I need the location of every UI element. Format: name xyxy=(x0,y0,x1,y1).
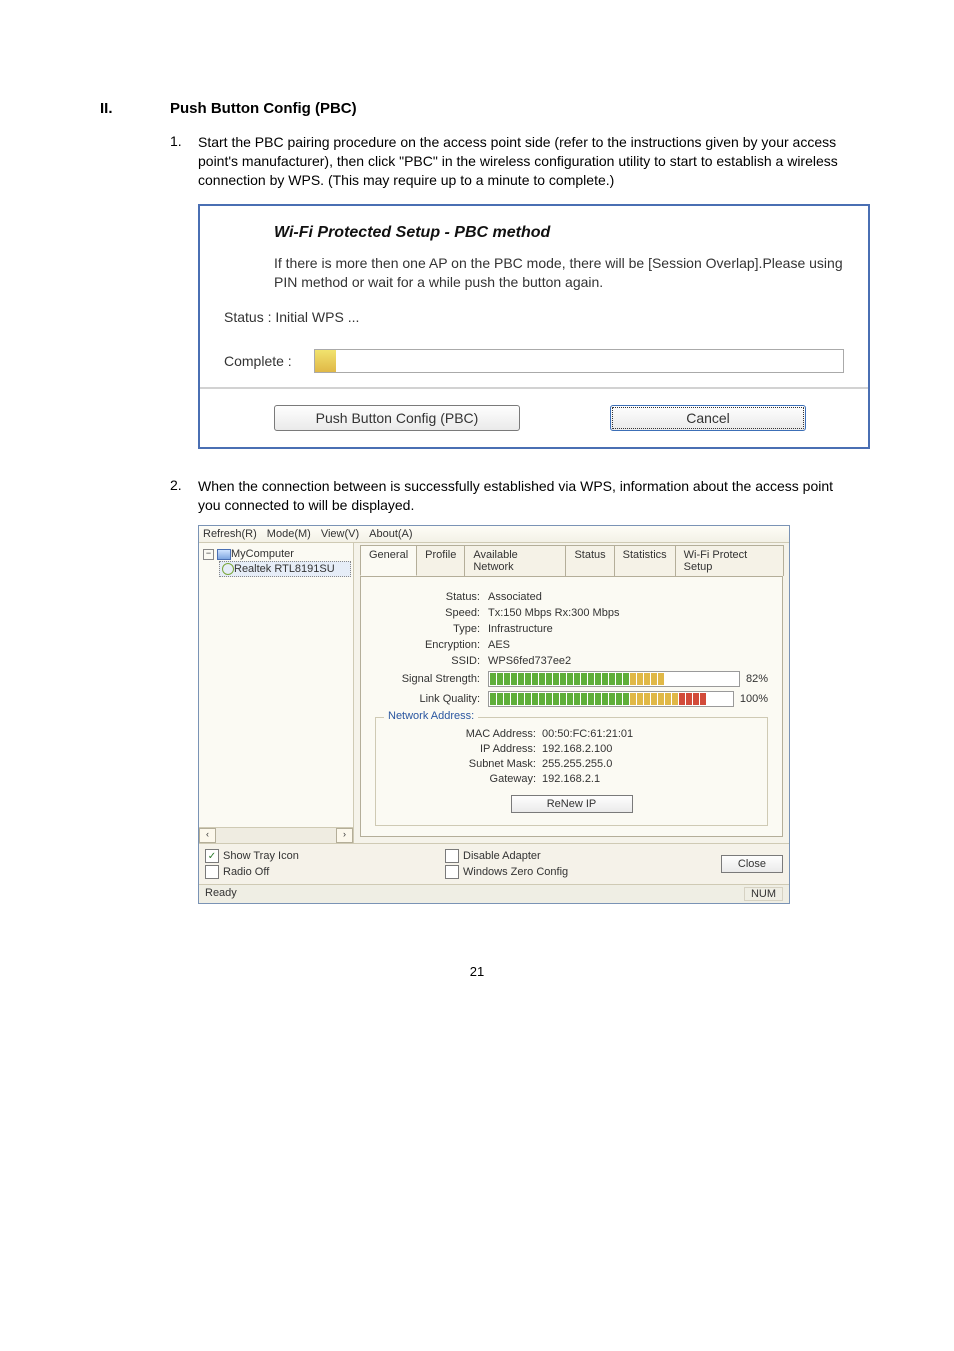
progress-fill xyxy=(315,350,336,372)
tab-status[interactable]: Status xyxy=(565,545,614,576)
ssid-value: WPS6fed737ee2 xyxy=(488,655,768,667)
wzc-label: Windows Zero Config xyxy=(463,866,568,878)
status-ready: Ready xyxy=(205,887,237,901)
mac-label: MAC Address: xyxy=(386,728,536,740)
close-button[interactable]: Close xyxy=(721,855,783,873)
divider xyxy=(200,387,868,389)
tab-wps[interactable]: Wi-Fi Protect Setup xyxy=(675,545,784,576)
encryption-value: AES xyxy=(488,639,768,651)
complete-label: Complete : xyxy=(224,353,314,369)
tree-root[interactable]: − MyComputer xyxy=(201,547,351,561)
link-quality-value: 100% xyxy=(740,693,768,705)
step-text: Start the PBC pairing procedure on the a… xyxy=(198,133,854,190)
tab-general[interactable]: General xyxy=(360,545,417,576)
disable-adapter-checkbox[interactable]: Disable Adapter xyxy=(445,849,645,863)
tab-available-network[interactable]: Available Network xyxy=(464,545,566,576)
tree-adapter[interactable]: Realtek RTL8191SU xyxy=(219,561,351,577)
ip-label: IP Address: xyxy=(386,743,536,755)
pbc-button[interactable]: Push Button Config (PBC) xyxy=(274,405,520,431)
network-address-group: Network Address: MAC Address:00:50:FC:61… xyxy=(375,717,768,826)
checkbox-icon xyxy=(205,865,219,879)
wzc-checkbox[interactable]: Windows Zero Config xyxy=(445,865,645,879)
speed-label: Speed: xyxy=(375,607,480,619)
wps-pbc-dialog: Wi-Fi Protected Setup - PBC method If th… xyxy=(198,204,870,450)
mac-value: 00:50:FC:61:21:01 xyxy=(542,728,633,740)
link-quality-bar xyxy=(488,691,734,707)
device-tree: − MyComputer Realtek RTL8191SU ‹ › xyxy=(199,543,354,843)
menu-mode[interactable]: Mode(M) xyxy=(267,528,311,540)
tab-profile[interactable]: Profile xyxy=(416,545,465,576)
page-number: 21 xyxy=(100,964,854,979)
ip-value: 192.168.2.100 xyxy=(542,743,612,755)
dialog-title: Wi-Fi Protected Setup - PBC method xyxy=(274,224,844,242)
renew-ip-button[interactable]: ReNew IP xyxy=(511,795,633,813)
general-tab-body: Status: Associated Speed: Tx:150 Mbps Rx:3… xyxy=(360,577,783,837)
radio-off-label: Radio Off xyxy=(223,866,269,878)
signal-strength-value: 82% xyxy=(746,673,768,685)
statusbar: Ready NUM xyxy=(199,884,789,903)
show-tray-label: Show Tray Icon xyxy=(223,850,299,862)
status-label: Status: xyxy=(375,591,480,603)
wireless-utility-window: Refresh(R) Mode(M) View(V) About(A) − My… xyxy=(198,525,790,904)
tab-strip: General Profile Available Network Status… xyxy=(360,545,783,577)
radio-off-checkbox[interactable]: Radio Off xyxy=(205,865,355,879)
step-number: 2. xyxy=(170,477,198,515)
step-text: When the connection between is successfu… xyxy=(198,477,854,515)
menu-view[interactable]: View(V) xyxy=(321,528,359,540)
tree-horizontal-scrollbar[interactable]: ‹ › xyxy=(199,827,353,843)
subnet-label: Subnet Mask: xyxy=(386,758,536,770)
computer-icon xyxy=(217,549,231,560)
cancel-button[interactable]: Cancel xyxy=(610,405,806,431)
link-quality-label: Link Quality: xyxy=(375,693,480,705)
wifi-adapter-icon xyxy=(222,563,234,575)
subnet-value: 255.255.255.0 xyxy=(542,758,612,770)
collapse-icon[interactable]: − xyxy=(203,549,214,560)
status-numlock: NUM xyxy=(744,887,783,901)
network-address-legend: Network Address: xyxy=(384,710,478,722)
disable-adapter-label: Disable Adapter xyxy=(463,850,541,862)
gateway-value: 192.168.2.1 xyxy=(542,773,600,785)
menu-about[interactable]: About(A) xyxy=(369,528,412,540)
status-value: Associated xyxy=(488,591,768,603)
checkbox-icon: ✓ xyxy=(205,849,219,863)
speed-value: Tx:150 Mbps Rx:300 Mbps xyxy=(488,607,768,619)
bottom-options-bar: ✓ Show Tray Icon Radio Off Disable Adapte… xyxy=(199,843,789,884)
gateway-label: Gateway: xyxy=(386,773,536,785)
type-label: Type: xyxy=(375,623,480,635)
wps-status-text: Status : Initial WPS ... xyxy=(224,309,844,325)
signal-strength-bar xyxy=(488,671,740,687)
signal-strength-label: Signal Strength: xyxy=(375,673,480,685)
type-value: Infrastructure xyxy=(488,623,768,635)
tab-statistics[interactable]: Statistics xyxy=(614,545,676,576)
checkbox-icon xyxy=(445,849,459,863)
ssid-label: SSID: xyxy=(375,655,480,667)
show-tray-checkbox[interactable]: ✓ Show Tray Icon xyxy=(205,849,355,863)
complete-progressbar xyxy=(314,349,844,373)
encryption-label: Encryption: xyxy=(375,639,480,651)
menubar: Refresh(R) Mode(M) View(V) About(A) xyxy=(199,526,789,543)
scroll-right-icon[interactable]: › xyxy=(336,828,353,843)
menu-refresh[interactable]: Refresh(R) xyxy=(203,528,257,540)
checkbox-icon xyxy=(445,865,459,879)
dialog-description: If there is more then one AP on the PBC … xyxy=(274,254,844,292)
step-number: 1. xyxy=(170,133,198,190)
scroll-left-icon[interactable]: ‹ xyxy=(199,828,216,843)
section-title: Push Button Config (PBC) xyxy=(170,100,357,117)
tree-root-label: MyComputer xyxy=(231,548,294,560)
tree-adapter-label: Realtek RTL8191SU xyxy=(234,563,335,575)
section-number: II. xyxy=(100,100,170,117)
